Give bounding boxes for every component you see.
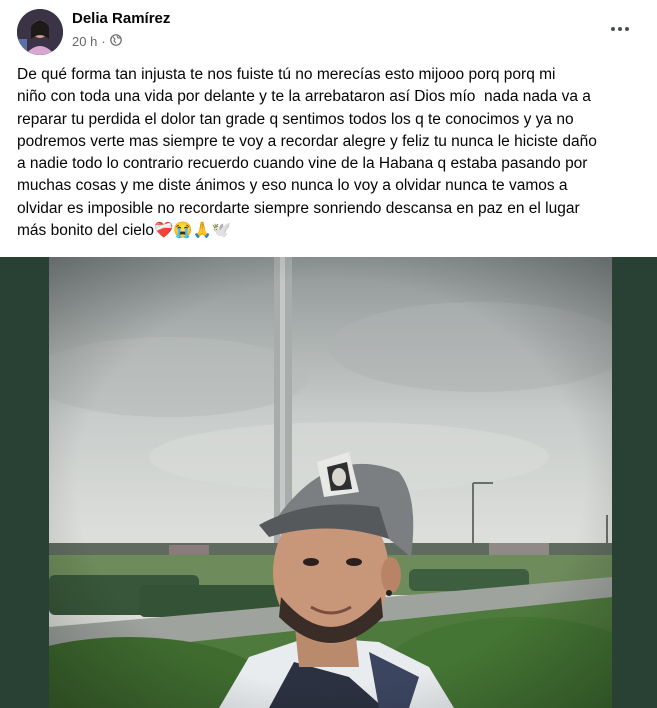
globe-icon[interactable]	[109, 34, 122, 49]
more-options-button[interactable]	[605, 14, 635, 44]
post-time[interactable]: 20 h	[72, 34, 97, 49]
post-meta: 20 h ·	[72, 34, 122, 49]
author-avatar[interactable]	[17, 9, 63, 55]
more-horizontal-icon	[611, 27, 615, 31]
photo-container[interactable]	[0, 257, 657, 708]
meta-separator: ·	[101, 34, 106, 49]
post-header: Delia Ramírez 20 h ·	[0, 0, 657, 62]
author-name[interactable]: Delia Ramírez	[72, 10, 170, 27]
post-text: De qué forma tan injusta te nos fuiste t…	[17, 66, 597, 240]
post-photo[interactable]	[49, 257, 612, 708]
